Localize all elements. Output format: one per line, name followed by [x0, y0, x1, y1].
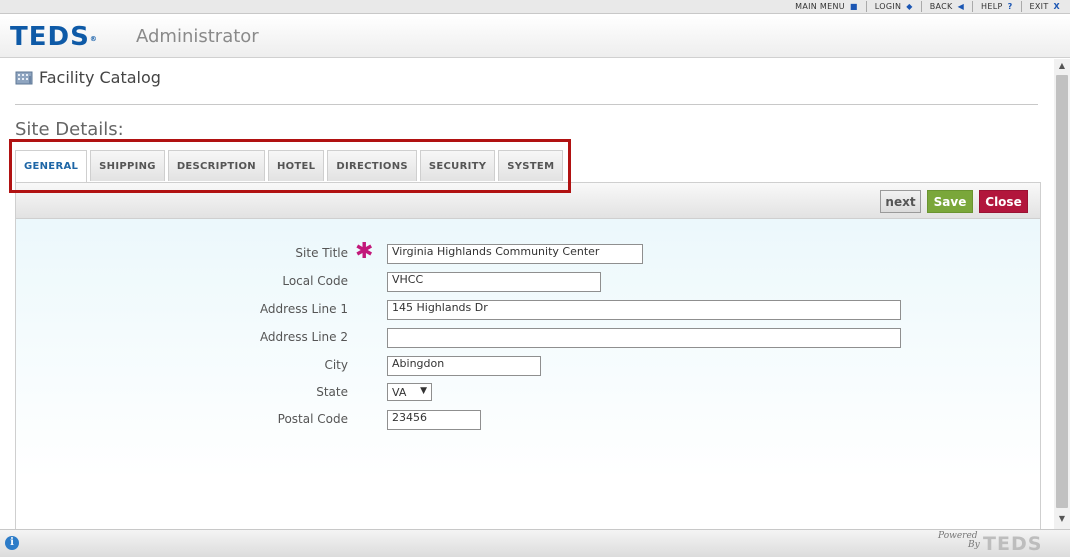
local-code-input[interactable]: VHCC	[387, 272, 601, 292]
site-title-label: Site Title	[295, 246, 348, 260]
save-button[interactable]: Save	[927, 190, 973, 213]
login-icon: ◆	[906, 2, 913, 11]
local-code-row: Local Code VHCC	[16, 272, 1016, 292]
app-footer: i Powered By TEDS	[0, 529, 1070, 557]
address-line-1-label: Address Line 1	[259, 302, 348, 316]
postal-code-input[interactable]: 23456	[387, 410, 481, 430]
back-arrow-icon: ◀	[957, 2, 965, 11]
nav-login[interactable]: LOGIN ◆	[867, 1, 922, 12]
main-menu-icon: ■	[849, 2, 858, 11]
section-title: Site Details:	[15, 119, 124, 140]
site-details-panel: next Save Close Site Title ✱ Virginia Hi…	[15, 182, 1041, 532]
info-icon[interactable]: i	[5, 536, 19, 550]
top-nav-bar: MAIN MENU ■ LOGIN ◆ BACK ◀ HELP ? EXIT X	[0, 0, 1070, 14]
nav-main-menu[interactable]: MAIN MENU ■	[787, 1, 867, 12]
divider	[15, 104, 1038, 105]
state-selected-value: VA	[392, 385, 407, 399]
help-icon: ?	[1007, 2, 1013, 11]
address-line-1-input[interactable]: 145 Highlands Dr	[387, 300, 901, 320]
top-nav-items: MAIN MENU ■ LOGIN ◆ BACK ◀ HELP ? EXIT X	[787, 1, 1060, 12]
scroll-up-arrow-icon[interactable]: ▲	[1054, 61, 1070, 73]
address-line-1-row: Address Line 1 145 Highlands Dr	[16, 300, 1016, 320]
page-scrollbar[interactable]: ▲ ▼	[1054, 59, 1070, 529]
powered-by-text: Powered By	[938, 531, 980, 550]
city-label: City	[324, 358, 348, 372]
postal-code-label: Postal Code	[277, 412, 348, 426]
city-input[interactable]: Abingdon	[387, 356, 541, 376]
nav-back[interactable]: BACK ◀	[922, 1, 974, 12]
footer-teds-logo: TEDS	[983, 533, 1043, 555]
address-line-2-input[interactable]	[387, 328, 901, 348]
tab-highlight-box	[9, 139, 571, 193]
address-line-2-label: Address Line 2	[259, 330, 348, 344]
chevron-down-icon: ▼	[420, 386, 427, 396]
page-title: Facility Catalog	[39, 68, 161, 87]
exit-icon: X	[1053, 2, 1060, 11]
app-header: TEDS® Administrator	[0, 15, 1070, 58]
postal-code-row: Postal Code 23456	[16, 410, 1016, 430]
page-heading: Facility Catalog	[15, 68, 161, 87]
nav-exit[interactable]: EXIT X	[1022, 1, 1060, 12]
state-row: State VA ▼	[16, 383, 1016, 403]
app-subtitle: Administrator	[136, 26, 259, 47]
teds-logo: TEDS®	[10, 22, 98, 52]
scroll-down-arrow-icon[interactable]: ▼	[1054, 514, 1070, 526]
required-asterisk-icon: ✱	[355, 239, 374, 264]
nav-help[interactable]: HELP ?	[973, 1, 1022, 12]
state-select[interactable]: VA ▼	[387, 383, 432, 401]
scroll-thumb[interactable]	[1056, 75, 1068, 508]
next-button[interactable]: next	[880, 190, 921, 213]
close-button[interactable]: Close	[979, 190, 1028, 213]
city-row: City Abingdon	[16, 356, 1016, 376]
address-line-2-row: Address Line 2	[16, 328, 1016, 348]
local-code-label: Local Code	[282, 274, 348, 288]
site-title-input[interactable]: Virginia Highlands Community Center	[387, 244, 643, 264]
state-label: State	[316, 385, 348, 399]
building-icon	[15, 70, 33, 85]
site-title-row: Site Title ✱ Virginia Highlands Communit…	[16, 239, 1016, 264]
